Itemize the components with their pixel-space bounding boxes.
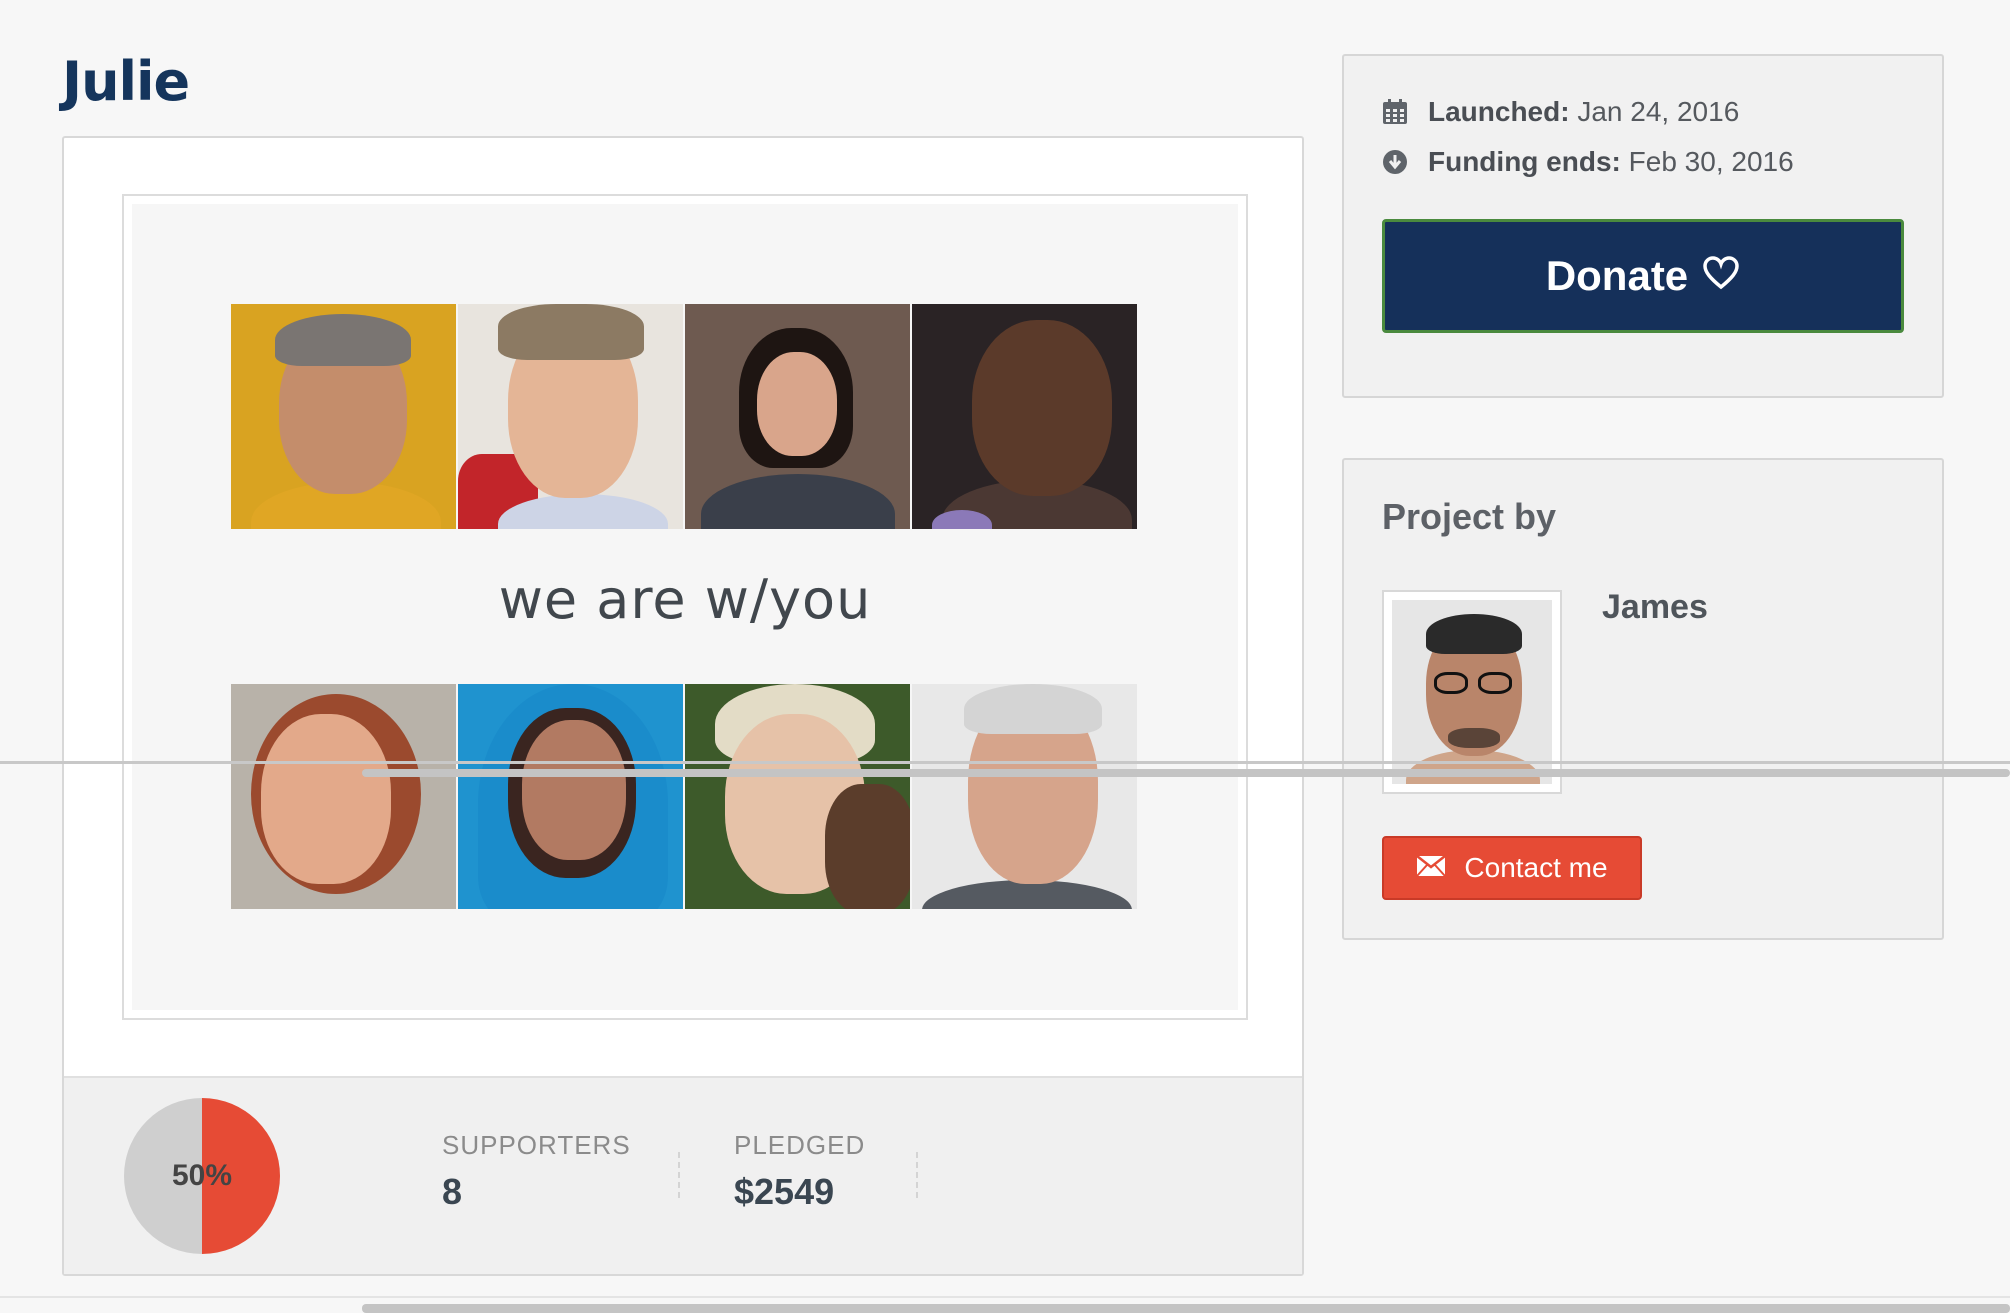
pledged-stat: PLEDGED $2549 [734, 1130, 865, 1213]
funding-ends-date: Feb 30, 2016 [1628, 146, 1794, 177]
supporter-photo [458, 684, 683, 909]
supporter-photo [912, 684, 1137, 909]
contact-label: Contact me [1464, 852, 1608, 883]
supporter-photo [685, 684, 910, 909]
envelope-icon [1416, 852, 1447, 884]
stat-divider [678, 1152, 680, 1198]
donate-button[interactable]: Donate [1382, 219, 1904, 333]
project-title: Julie [62, 50, 190, 113]
creator-name[interactable]: James [1602, 588, 1708, 627]
launched-row: Launched: Jan 24, 2016 [1382, 96, 1739, 128]
arrow-down-circle-icon [1382, 149, 1408, 175]
supporter-photo [231, 684, 456, 909]
funding-ends-row: Funding ends: Feb 30, 2016 [1382, 146, 1794, 178]
launched-date: Jan 24, 2016 [1577, 96, 1740, 127]
supporter-photo [685, 304, 910, 529]
project-image: we are w/you [122, 194, 1248, 1020]
pledged-label: PLEDGED [734, 1130, 866, 1160]
supporter-photo [458, 304, 683, 529]
supporters-count: 8 [442, 1171, 463, 1212]
creator-panel: Project by James Contact me [1342, 458, 1944, 940]
horizontal-rule [0, 1296, 2010, 1298]
supporters-label: SUPPORTERS [442, 1130, 631, 1160]
poster-tagline: we are w/you [498, 568, 872, 631]
photo-row-bottom [231, 684, 1137, 909]
horizontal-scrollbar[interactable] [362, 1304, 2010, 1313]
contact-button[interactable]: Contact me [1382, 836, 1642, 900]
horizontal-scrollbar[interactable] [362, 769, 2010, 777]
funding-percent: 50% [171, 1159, 233, 1192]
donate-label: Donate [1545, 252, 1689, 299]
stat-divider [916, 1152, 918, 1198]
project-by-heading: Project by [1382, 496, 1557, 537]
project-card: we are w/you 50% SUPPORTERS 8 PLEDGED $2… [62, 136, 1304, 1276]
supporter-photo [231, 304, 456, 529]
heart-outline-icon [1702, 252, 1740, 300]
funding-info-panel: Launched: Jan 24, 2016 Funding ends: Feb… [1342, 54, 1944, 398]
launched-label: Launched: [1428, 96, 1570, 127]
creator-photo [1392, 600, 1552, 784]
horizontal-rule [0, 761, 2010, 764]
supporters-stat: SUPPORTERS 8 [442, 1130, 631, 1213]
supporter-photo [912, 304, 1137, 529]
poster-canvas: we are w/you [132, 204, 1238, 1010]
page: Julie we are w/you 50% SUPPORTERS 8 PLED… [0, 0, 2010, 1313]
photo-row-top [231, 304, 1137, 529]
pledged-amount: $2549 [734, 1171, 835, 1212]
calendar-icon [1382, 99, 1408, 125]
funding-ends-label: Funding ends: [1428, 146, 1621, 177]
funding-stats: 50% SUPPORTERS 8 PLEDGED $2549 [64, 1076, 1302, 1274]
